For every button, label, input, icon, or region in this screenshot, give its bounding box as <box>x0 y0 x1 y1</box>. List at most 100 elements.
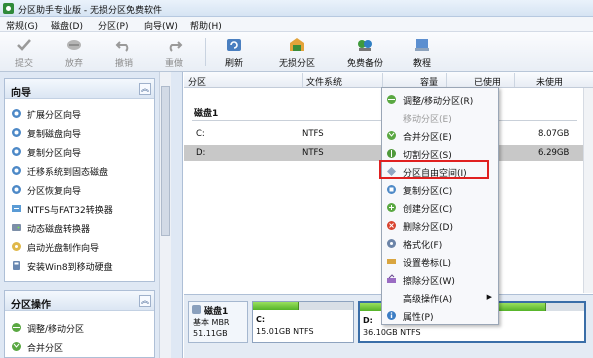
menu-advanced[interactable]: 高级操作(A) ▶ <box>382 289 498 306</box>
cell-partition: D: <box>196 148 206 158</box>
partition-ops-title: 分区操作 <box>11 300 51 311</box>
menu-properties[interactable]: 属性(P) <box>382 307 498 324</box>
menu-partition[interactable]: 分区(P) <box>98 19 128 32</box>
partition-block-c[interactable]: C: 15.01GB NTFS <box>252 301 354 343</box>
backup-icon <box>358 40 372 51</box>
col-filesystem[interactable]: 文件系统 <box>306 75 342 88</box>
partition-info: 15.01GB NTFS <box>256 327 314 336</box>
wizard-panel-header: 向导 ︽ <box>5 79 154 99</box>
refresh-button[interactable]: 刷新 <box>216 35 252 69</box>
tutorial-icon <box>415 39 429 51</box>
menu-merge-partition[interactable]: 合并分区(E) <box>382 127 498 144</box>
partition-letter: C: <box>256 315 266 324</box>
partition-letter: D: <box>363 316 373 325</box>
menu-delete-partition[interactable]: 删除分区(D) <box>382 217 498 234</box>
wizard-icon <box>12 166 21 175</box>
partition-ops-panel: 分区操作 ︽ 调整/移动分区 合并分区 <box>4 290 155 358</box>
discard-icon <box>67 40 81 50</box>
menu-move-partition[interactable]: 移动分区(E) <box>382 109 498 126</box>
collapse-icon[interactable]: ︽ <box>139 295 151 307</box>
nav-resize-move-partition[interactable]: 调整/移动分区 <box>11 320 151 335</box>
undo-icon <box>115 41 129 52</box>
check-icon <box>17 39 31 51</box>
wizard-panel-title: 向导 <box>11 88 31 99</box>
menu-format[interactable]: 格式化(F) <box>382 235 498 252</box>
disk-card-title: 磁盘1 <box>204 307 229 317</box>
title-bar: 分区助手专业版 - 无损分区免费软件 <box>0 0 593 17</box>
menu-create-partition[interactable]: 创建分区(C) <box>382 199 498 216</box>
disk-icon <box>192 305 201 314</box>
wizard-icon <box>12 185 21 194</box>
wizard-icon <box>12 147 21 156</box>
nav-ntfs-fat32-converter[interactable]: NTFS与FAT32转换器 <box>11 201 151 216</box>
label-icon <box>387 259 396 264</box>
usb-drive-icon <box>13 261 20 270</box>
col-partition[interactable]: 分区 <box>188 75 206 88</box>
menu-set-label[interactable]: 设置卷标(L) <box>382 253 498 270</box>
convert-icon <box>12 205 21 212</box>
free-backup-button[interactable]: 免费备份 <box>340 35 390 69</box>
menu-wizard[interactable]: 向导(W) <box>144 19 178 32</box>
menu-bar: 常规(G) 磁盘(D) 分区(P) 向导(W) 帮助(H) <box>0 17 593 32</box>
cell-unused: 8.07GB <box>538 129 570 139</box>
nav-migrate-os-ssd[interactable]: 迁移系统到固态磁盘 <box>11 163 151 178</box>
left-pane: 向导 ︽ 扩展分区向导 复制磁盘向导 复制分区向导 迁移系统到固态磁盘 分区恢复… <box>0 72 183 358</box>
merge-icon <box>12 342 21 351</box>
wizard-panel: 向导 ︽ 扩展分区向导 复制磁盘向导 复制分区向导 迁移系统到固态磁盘 分区恢复… <box>4 78 155 282</box>
cell-filesystem: NTFS <box>302 148 324 158</box>
nav-win8-to-usb[interactable]: 安装Win8到移动硬盘 <box>11 258 151 273</box>
wizard-icon <box>12 128 21 137</box>
resize-icon <box>387 95 396 104</box>
disk-card[interactable]: 磁盘1 基本 MBR 51.11GB <box>188 301 248 343</box>
merge-icon <box>387 131 396 140</box>
cell-partition: C: <box>196 129 205 139</box>
nav-copy-partition-wizard[interactable]: 复制分区向导 <box>11 144 151 159</box>
menu-general[interactable]: 常规(G) <box>6 19 38 32</box>
delete-icon <box>387 221 396 230</box>
cd-icon <box>12 242 21 251</box>
usage-bar <box>253 302 299 310</box>
tutorial-button[interactable]: 教程 <box>402 35 442 69</box>
wizard-icon <box>12 109 21 118</box>
partition-icon <box>290 38 304 51</box>
nav-partition-recovery-wizard[interactable]: 分区恢复向导 <box>11 182 151 197</box>
menu-wipe-partition[interactable]: 擦除分区(W) <box>382 271 498 288</box>
menu-help[interactable]: 帮助(H) <box>190 19 222 32</box>
cell-filesystem: NTFS <box>302 129 324 139</box>
left-scrollbar[interactable] <box>159 72 171 358</box>
highlight-box <box>379 160 489 179</box>
table-scrollbar[interactable] <box>583 88 593 293</box>
redo-icon <box>169 41 183 52</box>
discard-button[interactable]: 放弃 <box>56 35 92 69</box>
toolbar: 提交 放弃 撤销 重做 刷新 无损分区 免费备份 教程 <box>0 32 593 72</box>
partition-info: 36.10GB NTFS <box>363 328 421 337</box>
window-title: 分区助手专业版 - 无损分区免费软件 <box>18 6 162 16</box>
cell-unused: 6.29GB <box>538 148 570 158</box>
lossless-partition-button[interactable]: 无损分区 <box>272 35 322 69</box>
nav-merge-partition[interactable]: 合并分区 <box>11 339 151 354</box>
column-separator <box>382 73 383 87</box>
nav-copy-disk-wizard[interactable]: 复制磁盘向导 <box>11 125 151 140</box>
app-icon <box>3 3 14 14</box>
submit-button[interactable]: 提交 <box>6 35 42 69</box>
left-scroll-thumb[interactable] <box>161 86 170 236</box>
nav-dynamic-disk-converter[interactable]: 动态磁盘转换器 <box>11 220 151 235</box>
collapse-icon[interactable]: ︽ <box>139 83 151 95</box>
menu-resize-move[interactable]: 调整/移动分区(R) <box>382 91 498 108</box>
nav-bootable-cd-wizard[interactable]: 启动光盘制作向导 <box>11 239 151 254</box>
nav-extend-partition-wizard[interactable]: 扩展分区向导 <box>11 106 151 121</box>
create-icon <box>387 203 396 212</box>
redo-button[interactable]: 重做 <box>156 35 192 69</box>
resize-icon <box>12 323 21 332</box>
menu-copy-partition[interactable]: 复制分区(C) <box>382 181 498 198</box>
refresh-icon <box>227 39 241 51</box>
copy-icon <box>387 185 396 194</box>
column-separator <box>302 73 303 87</box>
menu-disk[interactable]: 磁盘(D) <box>51 19 83 32</box>
column-separator <box>514 73 515 87</box>
disk-icon <box>12 224 21 231</box>
col-unused[interactable]: 未使用 <box>536 75 563 88</box>
info-icon <box>387 311 396 320</box>
disk-card-size: 51.11GB <box>193 329 228 338</box>
undo-button[interactable]: 撤销 <box>106 35 142 69</box>
